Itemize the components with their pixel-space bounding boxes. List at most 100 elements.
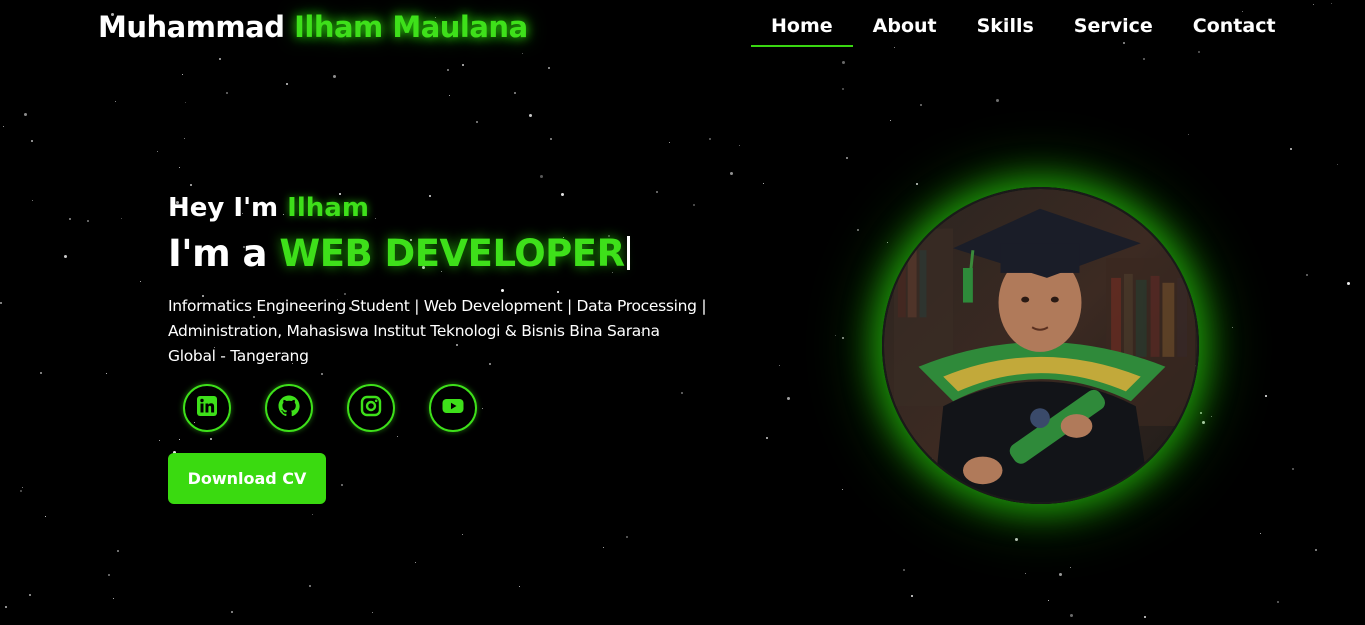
star (1059, 573, 1062, 576)
star (1315, 549, 1317, 551)
star (226, 92, 228, 94)
star (1070, 614, 1073, 617)
star (1025, 573, 1026, 574)
nav-about[interactable]: About (853, 12, 957, 47)
star (117, 550, 119, 552)
instagram-link[interactable] (347, 384, 395, 432)
star (115, 101, 116, 102)
star (185, 102, 186, 103)
star (669, 142, 670, 143)
star (0, 302, 2, 304)
star (887, 242, 888, 243)
star (179, 167, 180, 168)
star (24, 113, 27, 116)
star (1277, 601, 1279, 603)
star (22, 487, 23, 488)
linkedin-link[interactable] (183, 384, 231, 432)
site-logo[interactable]: Muhammad Ilham Maulana (98, 10, 528, 44)
star (449, 95, 450, 96)
nav-contact[interactable]: Contact (1173, 12, 1296, 47)
star (190, 184, 192, 186)
star (787, 397, 790, 400)
star (779, 365, 780, 366)
download-cv-button[interactable]: Download CV (168, 453, 326, 504)
star (321, 373, 323, 375)
star (231, 611, 233, 613)
star (20, 490, 22, 492)
star (69, 218, 71, 220)
star (920, 104, 922, 106)
star (140, 281, 141, 282)
nav-service[interactable]: Service (1054, 12, 1173, 47)
social-links (183, 384, 477, 432)
youtube-icon (441, 394, 465, 422)
star (108, 574, 110, 576)
star (1144, 616, 1146, 618)
star (476, 121, 478, 123)
star (842, 61, 845, 64)
star (709, 138, 711, 140)
star (333, 75, 336, 78)
star (842, 337, 844, 339)
star (312, 514, 313, 515)
star (846, 157, 848, 159)
star (766, 437, 768, 439)
star (157, 151, 158, 152)
profile-photo (882, 187, 1199, 504)
youtube-link[interactable] (429, 384, 477, 432)
star (372, 612, 373, 613)
star (87, 220, 89, 222)
greeting-name: Ilham (287, 193, 369, 223)
nav-home[interactable]: Home (751, 12, 853, 47)
greeting-prefix: Hey I'm (168, 193, 288, 223)
star (550, 138, 552, 140)
star (1048, 600, 1049, 601)
star (1265, 395, 1267, 397)
star (1337, 164, 1338, 165)
star (31, 140, 33, 142)
star (32, 200, 33, 201)
github-icon (277, 394, 301, 422)
star (1015, 538, 1018, 541)
star (1290, 148, 1292, 150)
star (1211, 416, 1212, 417)
star (415, 562, 416, 563)
star (519, 586, 520, 587)
star (842, 88, 844, 90)
main-nav: Home About Skills Service Contact (751, 12, 1296, 47)
star (482, 408, 483, 409)
star (3, 126, 4, 127)
star (5, 606, 7, 608)
star (182, 74, 183, 75)
star (916, 183, 918, 185)
star (462, 64, 464, 66)
star (842, 489, 843, 490)
star (1260, 533, 1261, 534)
star (730, 172, 733, 175)
star (184, 138, 185, 139)
star (739, 145, 740, 146)
star (626, 536, 628, 538)
hero-greeting: Hey I'm Ilham (168, 190, 708, 226)
star (540, 175, 543, 178)
star (179, 439, 180, 440)
star (903, 569, 905, 571)
star (514, 92, 516, 94)
star (681, 392, 683, 394)
star (447, 69, 449, 71)
instagram-icon (359, 394, 383, 422)
star (309, 585, 311, 587)
role-accent: WEB DEVELOPER (279, 232, 625, 275)
star (113, 598, 114, 599)
star (45, 516, 46, 517)
star (763, 183, 764, 184)
star (1188, 134, 1189, 135)
star (890, 120, 891, 121)
logo-accent-name: Ilham Maulana (294, 10, 528, 44)
star (1200, 412, 1202, 414)
logo-first-name: Muhammad (98, 10, 295, 44)
nav-skills[interactable]: Skills (957, 12, 1054, 47)
github-link[interactable] (265, 384, 313, 432)
star (1347, 282, 1350, 285)
star (1070, 567, 1071, 568)
